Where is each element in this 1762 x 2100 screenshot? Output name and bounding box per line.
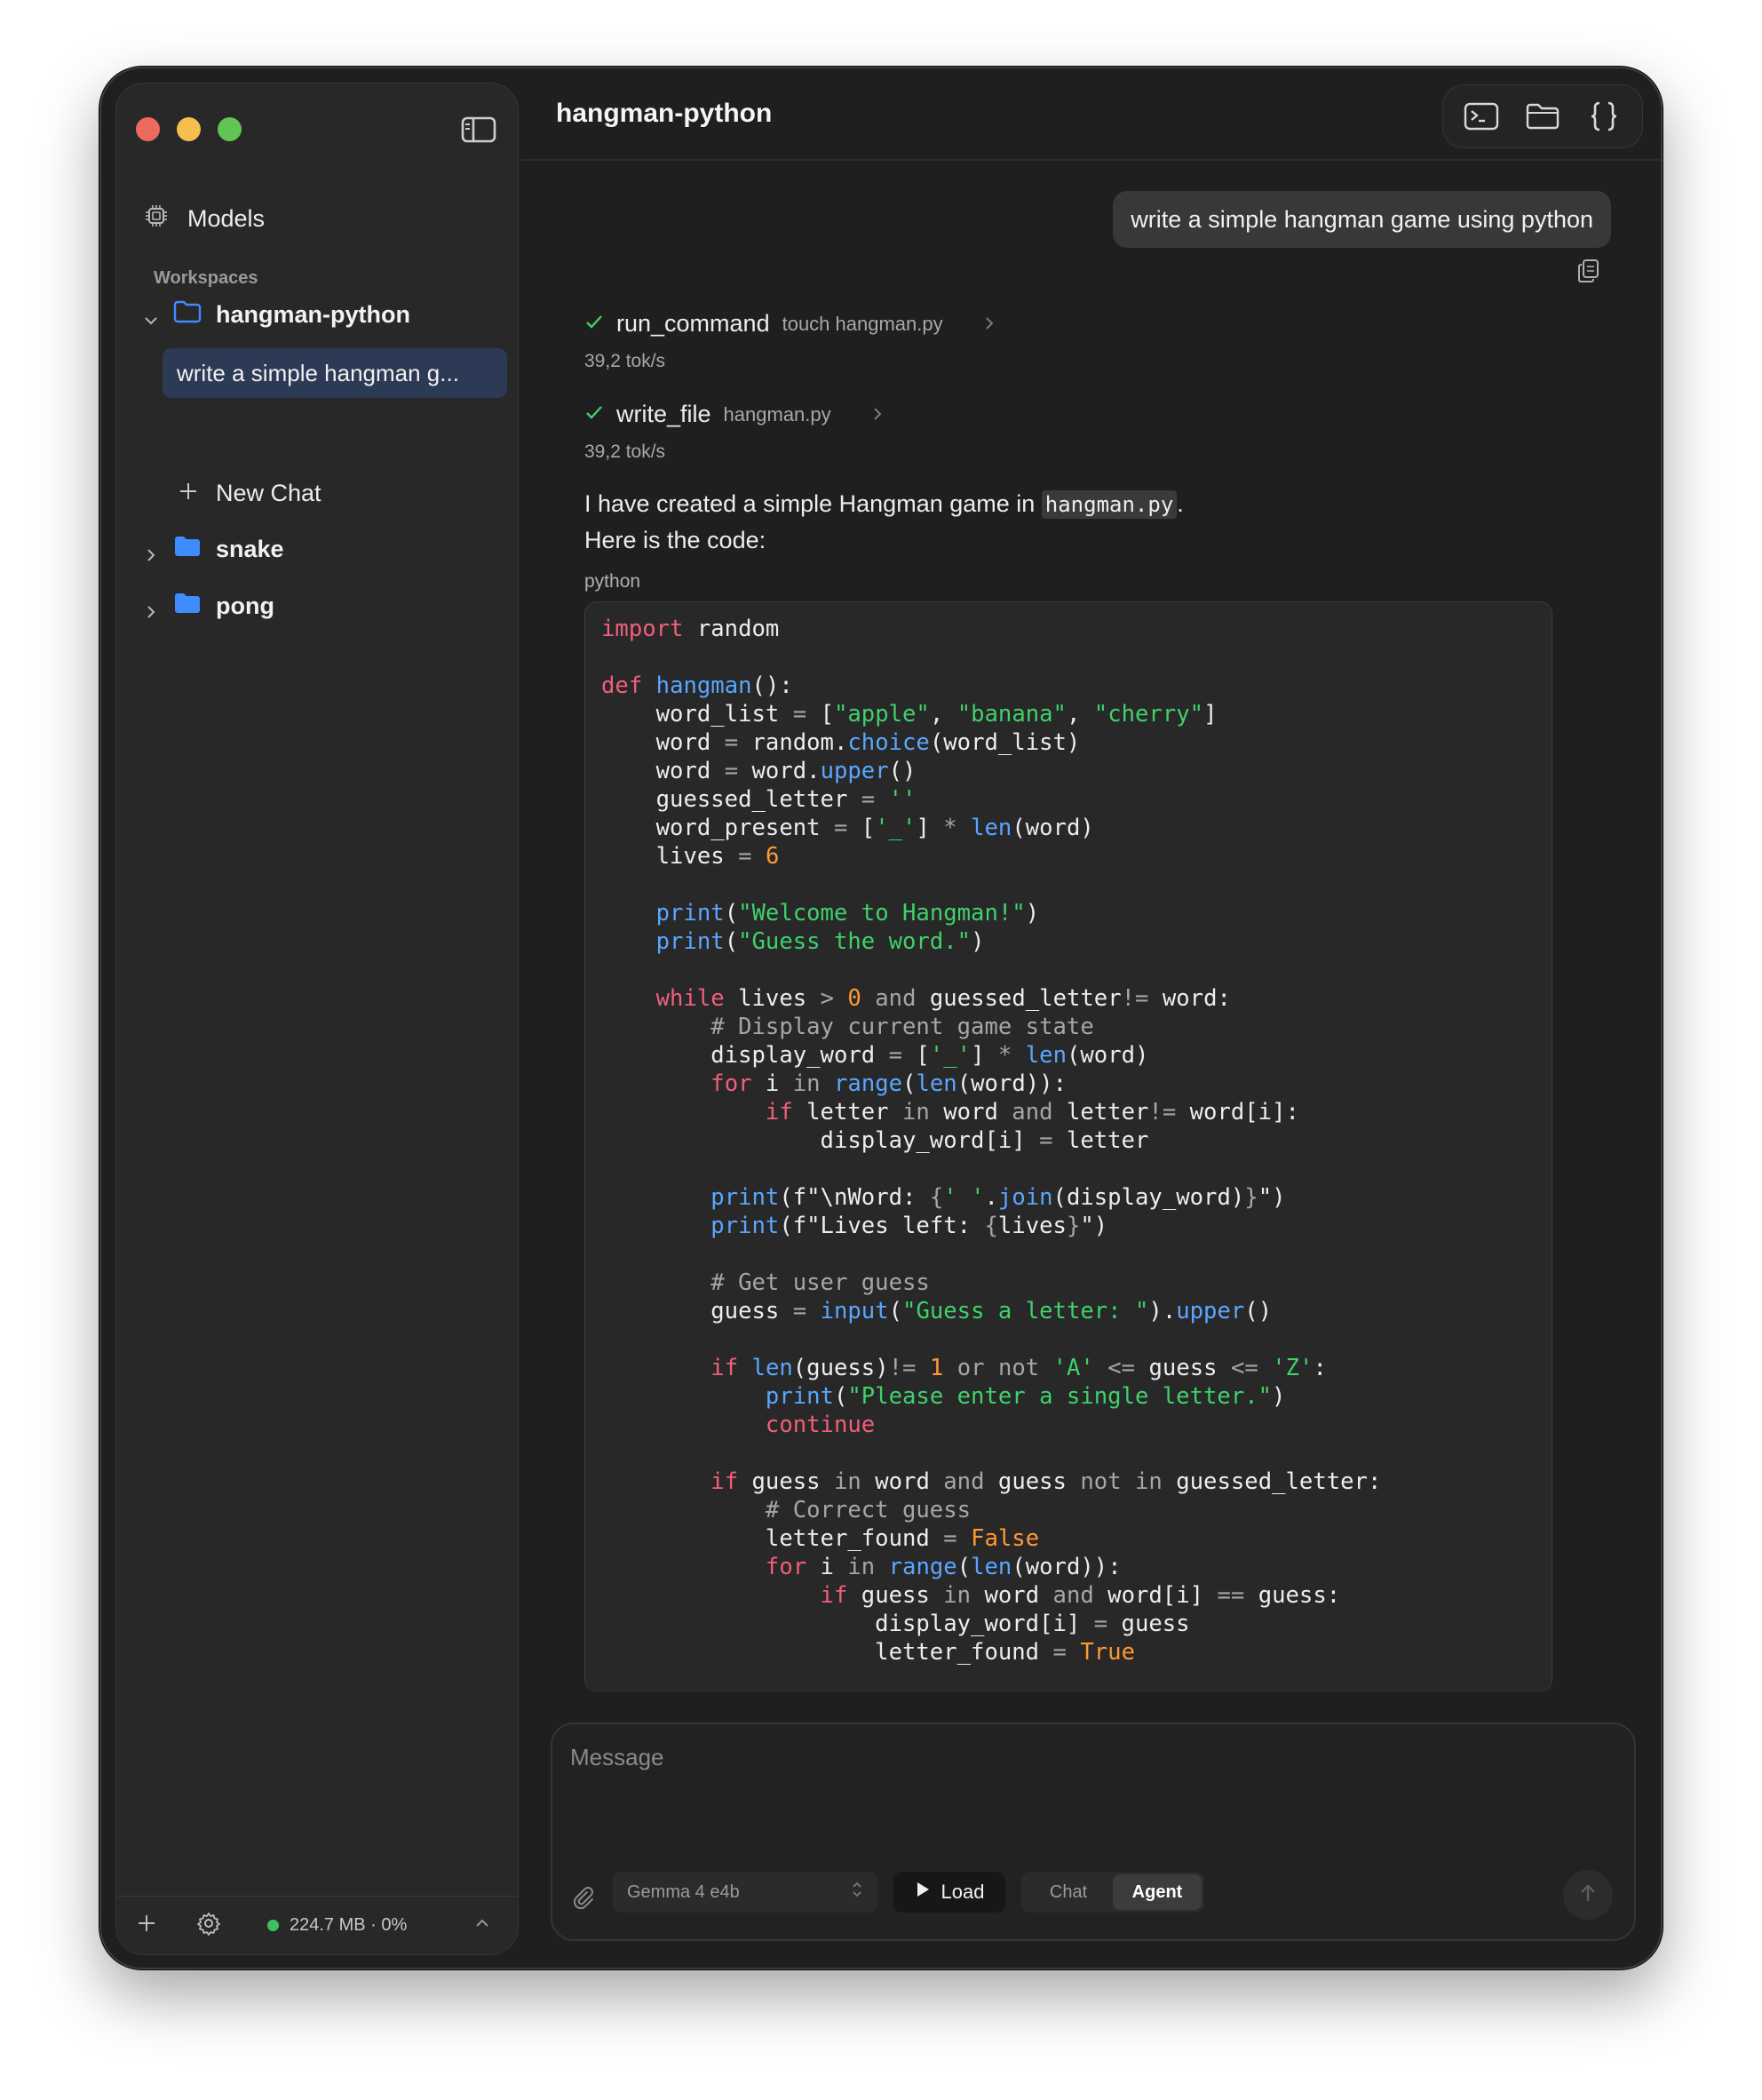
header: hangman-python — [520, 68, 1661, 161]
sidebar-footer: 224.7 MB · 0% — [116, 1896, 518, 1954]
copy-icon[interactable] — [1577, 259, 1600, 288]
app-window: Models Workspaces hangman-python write a… — [99, 67, 1663, 1969]
window-controls — [136, 117, 242, 141]
minimize-window-button[interactable] — [177, 117, 201, 141]
sidebar-toggle-icon[interactable] — [461, 115, 496, 144]
assistant-reply-line: I have created a simple Hangman game in … — [584, 486, 1184, 523]
token-speed: 39,2 tok/s — [584, 441, 666, 462]
folder-outline-icon — [173, 300, 202, 330]
workspace-name: snake — [216, 536, 284, 562]
message-composer: Gemma 4 e4b Load Chat Agent — [551, 1722, 1636, 1941]
code-braces-icon[interactable] — [1583, 95, 1625, 138]
memory-status: 224.7 MB · 0% — [267, 1915, 407, 1936]
chat-item-active[interactable]: write a simple hangman g... — [163, 348, 507, 398]
send-button[interactable] — [1563, 1870, 1613, 1920]
sidebar: Models Workspaces hangman-python write a… — [115, 83, 519, 1955]
reply-text: I have created a simple Hangman game in — [584, 490, 1042, 517]
tool-argument: touch hangman.py — [782, 312, 943, 335]
load-button[interactable]: Load — [893, 1872, 1005, 1913]
status-dot-icon — [267, 1920, 279, 1931]
model-select[interactable]: Gemma 4 e4b — [613, 1872, 877, 1913]
memory-status-text: 224.7 MB · 0% — [290, 1915, 408, 1935]
workspaces-heading: Workspaces — [154, 268, 258, 288]
mode-agent-button[interactable]: Agent — [1113, 1874, 1202, 1910]
page-title: hangman-python — [556, 99, 773, 128]
workspace-name: hangman-python — [216, 301, 410, 328]
sidebar-item-models[interactable]: Models — [145, 204, 265, 234]
workspace-name: pong — [216, 593, 274, 619]
folder-icon — [173, 535, 202, 564]
code-language-label: python — [584, 571, 641, 592]
chevron-right-icon[interactable] — [143, 542, 159, 561]
workspace-snake[interactable]: snake — [143, 535, 284, 564]
mode-chat-button[interactable]: Chat — [1024, 1874, 1113, 1910]
workspace-hangman-python[interactable]: hangman-python — [143, 300, 410, 330]
user-message-bubble: write a simple hangman game using python — [1113, 191, 1611, 248]
chevron-up-icon[interactable] — [473, 1914, 491, 1937]
tool-name: write_file — [616, 401, 711, 427]
play-icon — [915, 1881, 931, 1904]
new-chat-button[interactable]: New Chat — [179, 480, 321, 507]
tool-argument: hangman.py — [723, 402, 831, 426]
workspace-pong[interactable]: pong — [143, 592, 274, 621]
cpu-chip-icon — [145, 204, 168, 234]
paperclip-icon[interactable] — [570, 1884, 595, 1915]
terminal-icon[interactable] — [1460, 95, 1503, 138]
models-label: Models — [187, 205, 266, 232]
code-block: import random def hangman(): word_list =… — [584, 601, 1552, 1692]
tool-name: run_command — [616, 310, 770, 337]
model-select-value: Gemma 4 e4b — [627, 1881, 740, 1902]
check-icon — [584, 310, 604, 338]
assistant-reply-line: Here is the code: — [584, 527, 766, 553]
tool-call-run-command[interactable]: run_command touch hangman.py — [584, 310, 996, 338]
chevron-right-icon[interactable] — [870, 401, 885, 428]
chevron-right-icon[interactable] — [982, 310, 996, 338]
main-pane: hangman-python write a simple hangman ga… — [520, 68, 1661, 1968]
arrow-up-icon — [1578, 1882, 1598, 1908]
load-label: Load — [941, 1881, 985, 1903]
chevron-up-down-icon — [851, 1880, 863, 1905]
folder-icon[interactable] — [1521, 95, 1564, 138]
new-chat-label: New Chat — [216, 480, 321, 506]
header-toolbar — [1442, 84, 1643, 148]
mode-toggle: Chat Agent — [1021, 1872, 1204, 1913]
gear-icon[interactable] — [196, 1911, 221, 1940]
chevron-right-icon[interactable] — [143, 599, 159, 618]
reply-text: . — [1177, 490, 1184, 517]
add-icon[interactable] — [136, 1913, 157, 1938]
tool-call-write-file[interactable]: write_file hangman.py — [584, 401, 885, 428]
zoom-window-button[interactable] — [218, 117, 242, 141]
close-window-button[interactable] — [136, 117, 160, 141]
check-icon — [584, 401, 604, 428]
inline-code: hangman.py — [1041, 490, 1178, 519]
code-content: import random def hangman(): word_list =… — [601, 616, 1382, 1666]
token-speed: 39,2 tok/s — [584, 351, 666, 371]
message-input[interactable] — [570, 1744, 1609, 1815]
plus-icon — [179, 480, 198, 507]
chevron-down-icon[interactable] — [143, 307, 159, 324]
folder-icon — [173, 592, 202, 621]
